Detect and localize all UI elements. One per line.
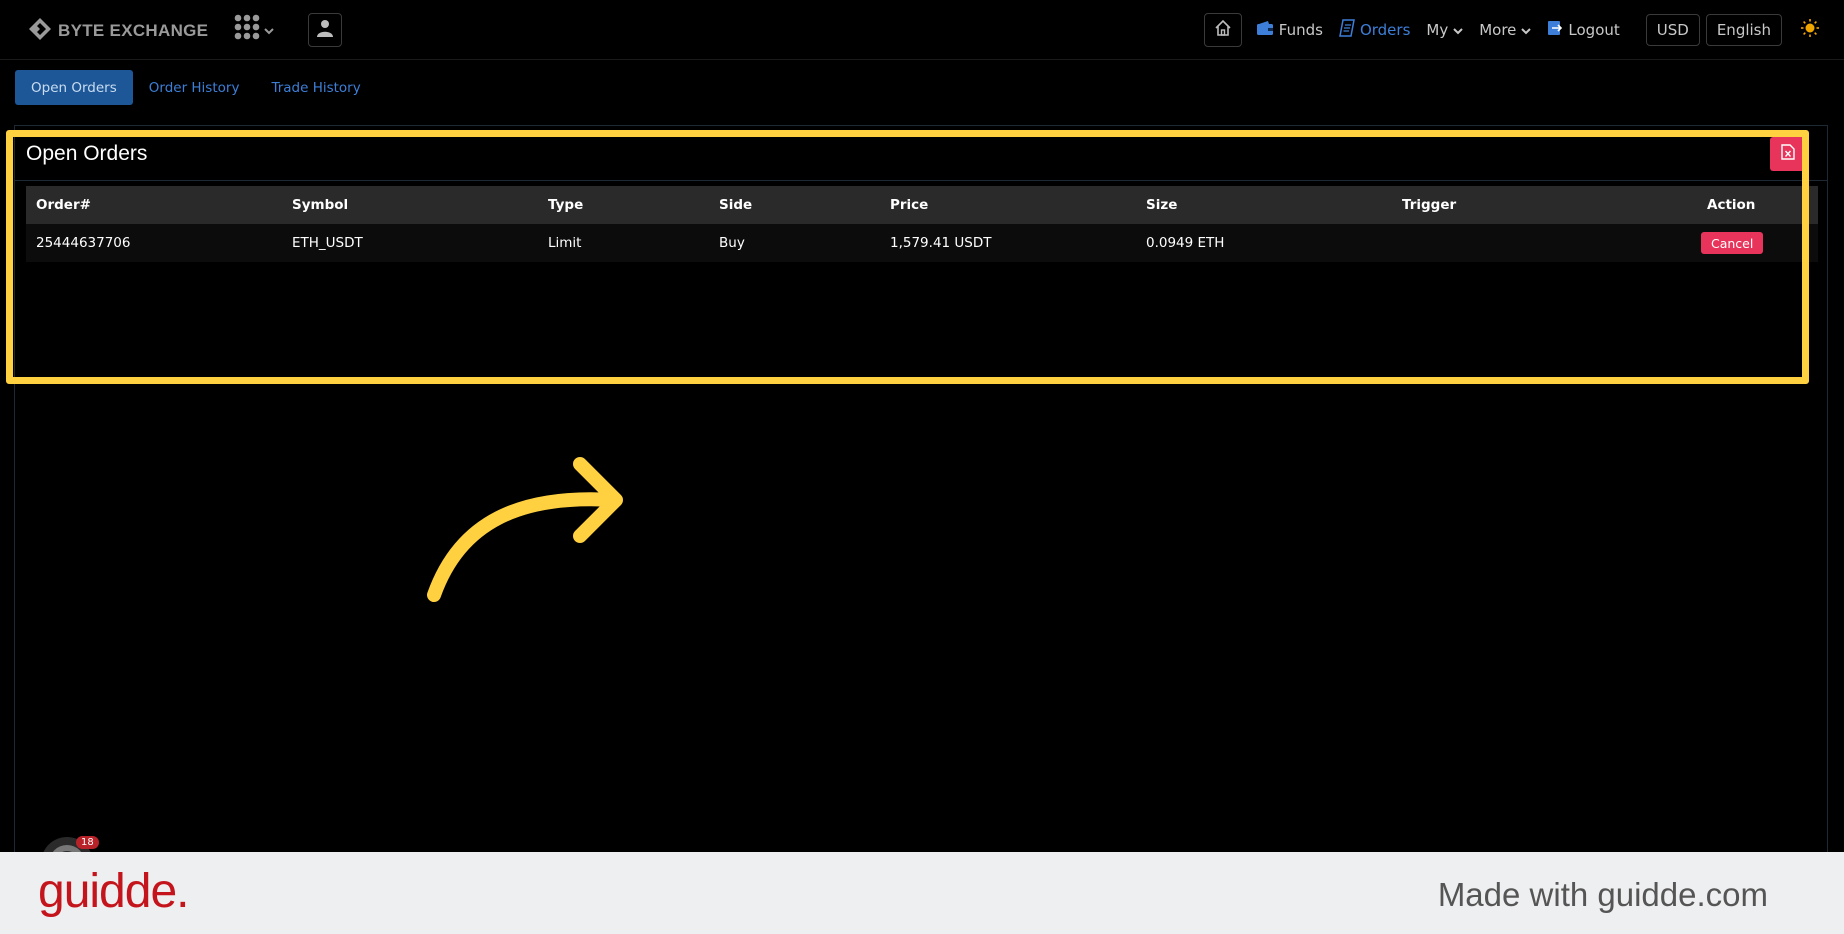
- cell-type: Limit: [548, 235, 582, 251]
- panel-title: Open Orders: [26, 142, 148, 165]
- nav-orders-label: Orders: [1359, 21, 1411, 39]
- nav-more-dropdown[interactable]: More: [1479, 21, 1532, 39]
- nav-my-label: My: [1426, 21, 1449, 39]
- table-header: Order# Symbol Type Side Price Size Trigg…: [26, 186, 1818, 224]
- tab-order-history[interactable]: Order History: [133, 70, 256, 105]
- tab-trade-history[interactable]: Trade History: [255, 70, 376, 105]
- cell-action: Cancel: [1697, 232, 1818, 254]
- currency-selector[interactable]: USD: [1645, 14, 1700, 46]
- guidde-logo: guidde.: [38, 865, 189, 918]
- column-header[interactable]: Side: [709, 197, 880, 213]
- column-header[interactable]: Symbol: [282, 197, 538, 213]
- wallet-icon: [1256, 20, 1274, 40]
- nav-funds[interactable]: Funds: [1256, 20, 1323, 40]
- nav-right-group: Funds Orders My More Logout USD English: [1203, 12, 1820, 48]
- table-row: 25444637706 ETH_USDT Limit Buy 1,579.41 …: [26, 224, 1818, 262]
- cell-order-id: 25444637706: [36, 235, 131, 251]
- language-selector[interactable]: English: [1705, 14, 1782, 46]
- made-with-text: Made with guidde.com: [1437, 876, 1768, 913]
- cell-price: 1,579.41 USDT: [890, 235, 992, 251]
- guidde-footer: guidde. Made with guidde.com: [0, 852, 1844, 934]
- home-button[interactable]: [1203, 13, 1242, 47]
- nav-logout-label: Logout: [1568, 21, 1620, 39]
- home-icon: [1214, 19, 1232, 41]
- orders-tabs: Open Orders Order History Trade History: [15, 70, 377, 105]
- panel-divider: [14, 180, 1828, 181]
- open-orders-table: Order# Symbol Type Side Price Size Trigg…: [26, 186, 1818, 262]
- user-icon: [317, 19, 333, 41]
- grid-apps-icon: [234, 14, 260, 44]
- nav-orders[interactable]: Orders: [1339, 19, 1410, 41]
- column-header: Action: [1707, 197, 1756, 213]
- nav-logout[interactable]: Logout: [1547, 20, 1620, 40]
- top-navbar: BYTE EXCHANGE Funds Orders My More Logou…: [0, 0, 1844, 60]
- theme-toggle-button[interactable]: [1800, 18, 1820, 42]
- cancel-order-button[interactable]: Cancel: [1701, 232, 1764, 254]
- column-header[interactable]: Trigger: [1392, 197, 1697, 213]
- apps-menu-button[interactable]: [234, 14, 274, 44]
- sun-icon: [1800, 18, 1820, 42]
- export-excel-button[interactable]: [1770, 137, 1806, 171]
- brand-name: BYTE EXCHANGE: [58, 21, 209, 40]
- column-header[interactable]: Price: [880, 197, 1136, 213]
- tutorial-arrow-icon: [420, 452, 630, 616]
- chat-notification-badge: 18: [76, 836, 99, 849]
- nav-funds-label: Funds: [1278, 21, 1323, 39]
- receipt-icon: [1339, 19, 1355, 41]
- excel-file-icon: [1781, 144, 1795, 164]
- nav-my-dropdown[interactable]: My: [1426, 21, 1463, 39]
- user-profile-button[interactable]: [308, 13, 342, 47]
- cell-size: 0.0949 ETH: [1146, 235, 1225, 251]
- cell-side: Buy: [719, 235, 745, 251]
- brand-logo[interactable]: BYTE EXCHANGE: [28, 17, 208, 45]
- chevron-down-icon: [264, 20, 274, 39]
- byte-exchange-logo-icon: [28, 17, 52, 45]
- nav-more-label: More: [1479, 21, 1517, 39]
- column-header[interactable]: Type: [538, 197, 709, 213]
- cell-symbol: ETH_USDT: [292, 235, 363, 251]
- tab-open-orders[interactable]: Open Orders: [15, 70, 133, 105]
- column-header[interactable]: Size: [1136, 197, 1392, 213]
- column-header[interactable]: Order#: [26, 197, 282, 213]
- chevron-down-icon: [1453, 21, 1463, 39]
- logout-icon: [1547, 20, 1563, 40]
- chevron-down-icon: [1521, 21, 1532, 39]
